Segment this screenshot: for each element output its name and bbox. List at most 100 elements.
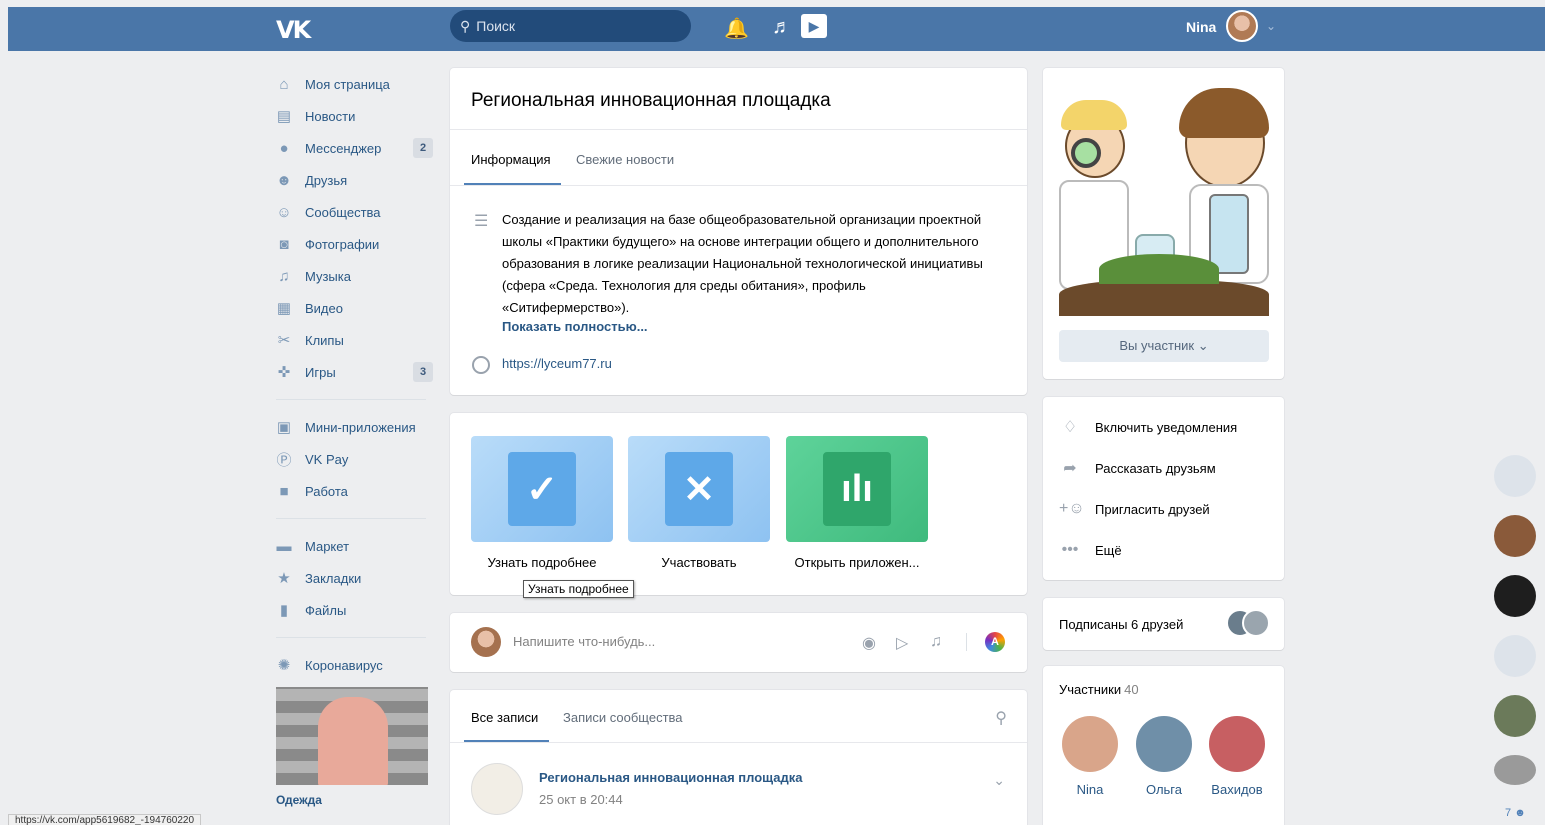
play-icon[interactable]: ▶ [801,14,827,38]
action-label: Ещё [1095,542,1122,558]
member-item[interactable]: Ольга [1129,716,1199,797]
music-icon[interactable]: ♫ [930,633,942,651]
bell-icon[interactable]: 🔔 [724,16,749,41]
ad-image[interactable] [276,687,428,785]
chat-avatar[interactable] [1494,695,1536,737]
sidebar-item[interactable]: ▤ Новости [276,100,436,132]
members-title[interactable]: Участники 40 [1059,682,1139,697]
ad-block[interactable]: Одежда [276,687,436,807]
chevron-down-icon[interactable]: ⌄ [993,772,1005,789]
app-button[interactable]: ✓ Узнать подробнее [471,436,613,570]
app-tile[interactable]: ✕ [628,436,770,542]
action-label: Включить уведомления [1095,419,1238,435]
compose-box[interactable]: Напишите что-нибудь... ◉ ▷ ♫ A [450,613,1027,672]
friends-subscribed-text[interactable]: Подписаны 6 друзей [1059,617,1183,632]
sidebar-item[interactable]: ♫ Музыка [276,260,436,292]
sidebar-item[interactable]: ▬ Маркет [276,530,436,562]
app-button[interactable]: ✕ Участвовать [628,436,770,570]
app-button[interactable]: ılı Открыть приложен... [786,436,928,570]
vk-logo[interactable]: VK [276,16,311,44]
games-icon: ✜ [277,364,291,381]
sidebar-item-label: VK Pay [305,451,349,467]
avatar[interactable] [1062,716,1118,772]
sidebar-item[interactable]: ☻ Друзья [276,164,436,196]
search-input[interactable]: ⚲ Поиск [450,10,691,42]
action-item[interactable]: ♢ Включить уведомления [1059,417,1237,437]
action-label: Пригласить друзей [1095,501,1210,517]
sidebar-item[interactable]: ★ Закладки [276,562,436,594]
virus-icon: ✺ [277,657,291,674]
member-name[interactable]: Nina [1055,782,1125,797]
chat-avatar[interactable] [1494,575,1536,617]
user-avatar[interactable] [1226,10,1258,42]
sidebar-item[interactable]: ● Мессенджер 2 [276,132,436,164]
tab-news[interactable]: Свежие новости [576,152,674,167]
sidebar-item[interactable]: ☺ Сообщества [276,196,436,228]
member-name[interactable]: Ольга [1129,782,1199,797]
sidebar-item-label: Клипы [305,332,344,348]
camera-icon: ◙ [279,235,289,253]
members-label: Участники [1059,682,1122,697]
compose-input[interactable]: Напишите что-нибудь... [513,634,655,649]
sidebar-item[interactable]: ◙ Фотографии [276,228,436,260]
sidebar-item-label: Новости [305,108,356,124]
chat-strip [1492,455,1538,803]
user-name[interactable]: Nina [1186,19,1216,35]
sidebar-item[interactable]: ✜ Игры 3 [276,356,436,388]
video-play-icon[interactable]: ▷ [896,633,908,653]
action-item[interactable]: +☺ Пригласить друзей [1059,499,1210,519]
member-status-button[interactable]: Вы участник ⌄ [1059,330,1269,362]
sidebar-item[interactable]: ▣ Мини-приложения [276,411,436,443]
online-count[interactable]: 7 ☻ [1505,807,1526,819]
app-label: Участвовать [661,555,737,570]
sidebar-item[interactable]: ▦ Видео [276,292,436,324]
sidebar-item[interactable]: ⌂ Моя страница [276,68,436,100]
post-date[interactable]: 25 окт в 20:44 [539,792,623,807]
member-item[interactable]: Вахидов [1202,716,1272,797]
app-tile[interactable]: ılı [786,436,928,542]
vkpay-icon: Ⓟ [276,451,292,469]
clips-icon: ✂ [277,332,291,349]
app-tile[interactable]: ✓ [471,436,613,542]
ad-title[interactable]: Одежда [276,793,436,807]
more-icon: ••• [1061,541,1079,558]
action-label: Рассказать друзьям [1095,460,1216,476]
tab-all-posts[interactable]: Все записи [471,710,538,725]
story-icon[interactable]: A [985,632,1005,652]
avatar[interactable] [1136,716,1192,772]
chat-avatar[interactable] [1494,455,1536,497]
post-author[interactable]: Региональная инновационная площадка [539,770,803,785]
site-link[interactable]: https://lyceum77.ru [502,356,612,371]
avatar[interactable] [1209,716,1265,772]
sidebar-item[interactable]: ■ Работа [276,475,436,507]
search-icon[interactable]: ⚲ [995,708,1007,728]
action-item[interactable]: ➦ Рассказать друзьям [1059,458,1216,478]
chat-avatar[interactable] [1494,635,1536,677]
show-more-link[interactable]: Показать полностью... [502,319,648,334]
tab-community-posts[interactable]: Записи сообщества [563,710,683,725]
sidebar-item[interactable]: Ⓟ VK Pay [276,443,436,475]
cover-card: Вы участник ⌄ [1043,68,1284,379]
online-count-value: 7 [1505,807,1512,819]
tab-info[interactable]: Информация [471,152,551,167]
chat-avatar[interactable] [1494,755,1536,785]
apps-card: ✓ Узнать подробнее ✕ Участвовать ılı Открыть … [450,413,1027,595]
music-note-icon[interactable]: ♬ [772,16,792,39]
sidebar-item-label: Коронавирус [305,657,383,673]
friends-subscribed-card[interactable]: Подписаны 6 друзей [1043,598,1284,650]
music-icon: ♫ [278,267,290,285]
sidebar-item[interactable]: ▮ Файлы [276,594,436,626]
chevron-down-icon[interactable]: ⌄ [1266,19,1276,33]
camera-icon[interactable]: ◉ [862,633,876,653]
sidebar-item[interactable]: ✺ Коронавирус [276,649,436,681]
post-author-avatar[interactable] [471,763,523,815]
action-item[interactable]: ••• Ещё [1059,540,1122,560]
page-title: Региональная инновационная площадка [471,90,831,111]
chat-avatar[interactable] [1494,515,1536,557]
member-item[interactable]: Nina [1055,716,1125,797]
member-name[interactable]: Вахидов [1202,782,1272,797]
sidebar-item[interactable]: ✂ Клипы [276,324,436,356]
invite-icon: +☺ [1059,500,1085,517]
avatar [471,627,501,657]
tooltip: Узнать подробнее [523,580,634,598]
